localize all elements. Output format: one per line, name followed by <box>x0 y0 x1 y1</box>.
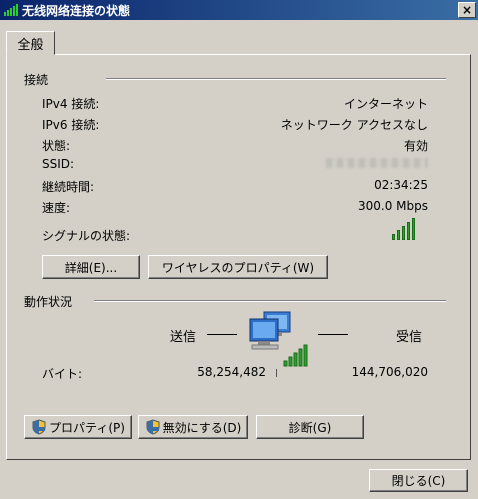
diagnose-button[interactable]: 診断(G) <box>256 415 364 439</box>
disable-button[interactable]: 無効にする(D) <box>138 415 248 439</box>
ssid-label: SSID: <box>42 157 75 171</box>
duration-label: 継続時間: <box>42 180 95 194</box>
section-divider <box>106 78 446 80</box>
bytes-label: バイト: <box>42 367 83 381</box>
received-label: 受信 <box>396 330 423 345</box>
ipv4-label: IPv4 接続: <box>42 97 100 111</box>
bytes-sent: 58,254,482 <box>197 365 266 379</box>
section-divider <box>94 300 446 302</box>
signal-strength-icon <box>392 218 415 240</box>
properties-button-label: プロパティ(P) <box>49 420 125 435</box>
connection-section-label: 接続 <box>24 73 49 87</box>
signal-icon <box>4 4 18 16</box>
close-button[interactable]: 閉じる(C) <box>369 469 468 492</box>
ipv6-value: ネットワーク アクセスなし <box>280 118 428 132</box>
ssid-value-redacted <box>326 158 428 168</box>
speed-value: 300.0 Mbps <box>357 199 428 213</box>
activity-section-label: 動作状況 <box>24 295 73 309</box>
speed-label: 速度: <box>42 201 71 215</box>
title-bar: 无线网络连接の状態 × <box>0 0 478 20</box>
state-label: 状態: <box>42 139 71 153</box>
uac-shield-icon <box>32 419 46 435</box>
disable-button-label: 無効にする(D) <box>162 420 242 435</box>
signal-label: シグナルの状態: <box>42 229 131 243</box>
close-icon[interactable]: × <box>458 2 476 18</box>
state-value: 有効 <box>403 139 428 153</box>
ipv4-value: インターネット <box>343 97 428 111</box>
uac-shield-icon <box>146 419 160 435</box>
wireless-properties-button[interactable]: ワイヤレスのプロパティ(W) <box>148 255 328 279</box>
bytes-received: 144,706,020 <box>351 365 428 379</box>
duration-value: 02:34:25 <box>374 178 428 192</box>
received-line <box>318 334 348 335</box>
details-button[interactable]: 詳細(E)... <box>42 255 140 279</box>
window-title: 无线网络连接の状態 <box>22 3 131 18</box>
tab-general[interactable]: 全般 <box>6 31 55 55</box>
sent-line <box>207 334 237 335</box>
ipv6-label: IPv6 接続: <box>42 118 100 132</box>
sent-label: 送信 <box>170 330 197 345</box>
properties-button[interactable]: プロパティ(P) <box>24 415 132 439</box>
